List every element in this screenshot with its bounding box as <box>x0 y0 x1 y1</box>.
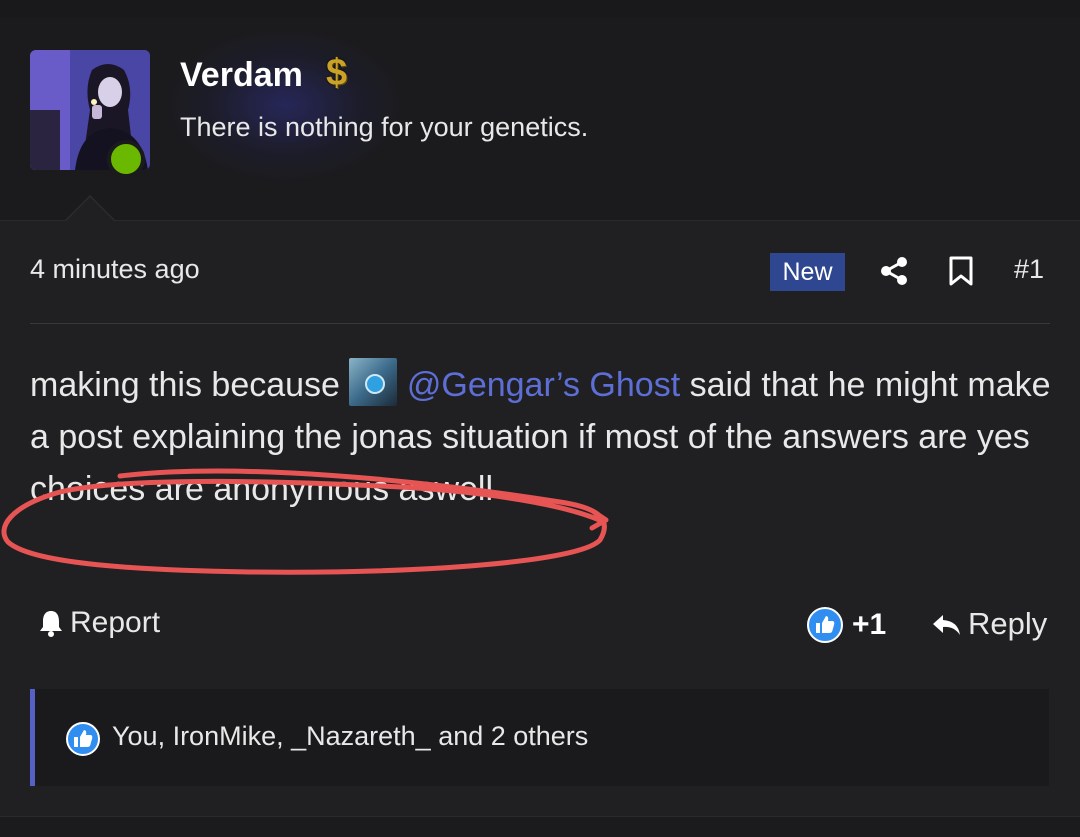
header-pointer <box>66 197 114 221</box>
bottom-strip <box>0 816 1080 837</box>
post-paragraph: making this because @Gengar’s Ghost said… <box>30 358 1060 463</box>
username[interactable]: Verdam <box>180 56 303 95</box>
report-label: Report <box>70 606 161 639</box>
divider <box>30 323 1050 324</box>
mention-avatar-eye <box>365 374 386 394</box>
bookmark-icon[interactable] <box>946 255 976 287</box>
user-mention-link[interactable]: @Gengar’s Ghost <box>407 366 680 404</box>
reply-button[interactable]: Reply <box>930 606 1047 642</box>
post-timestamp[interactable]: 4 minutes ago <box>30 254 200 285</box>
reactions-summary-text[interactable]: You, IronMike, _Nazareth_ and 2 others <box>112 721 588 752</box>
mention-avatar[interactable] <box>349 358 398 406</box>
online-status-indicator <box>107 140 145 178</box>
bell-icon <box>40 611 62 637</box>
dollar-icon: $ <box>326 52 348 94</box>
like-icon <box>66 722 100 756</box>
top-strip <box>0 0 1080 18</box>
share-icon[interactable] <box>878 255 910 287</box>
new-badge: New <box>770 253 845 291</box>
like-count[interactable]: +1 <box>852 608 886 642</box>
post-text-before-mention: making this because <box>30 366 350 404</box>
username-glow <box>170 30 400 180</box>
post-line-two: choices are anonymous aswell <box>30 470 494 508</box>
post-content: making this because @Gengar’s Ghost said… <box>30 358 1060 515</box>
like-icon[interactable] <box>806 606 844 644</box>
reply-label: Reply <box>968 606 1048 641</box>
reply-icon <box>933 615 960 635</box>
reactions-summary[interactable]: You, IronMike, _Nazareth_ and 2 others <box>30 689 1049 786</box>
post-number[interactable]: #1 <box>1014 254 1044 285</box>
user-title: There is nothing for your genetics. <box>180 112 589 142</box>
report-button[interactable]: Report <box>36 606 160 640</box>
